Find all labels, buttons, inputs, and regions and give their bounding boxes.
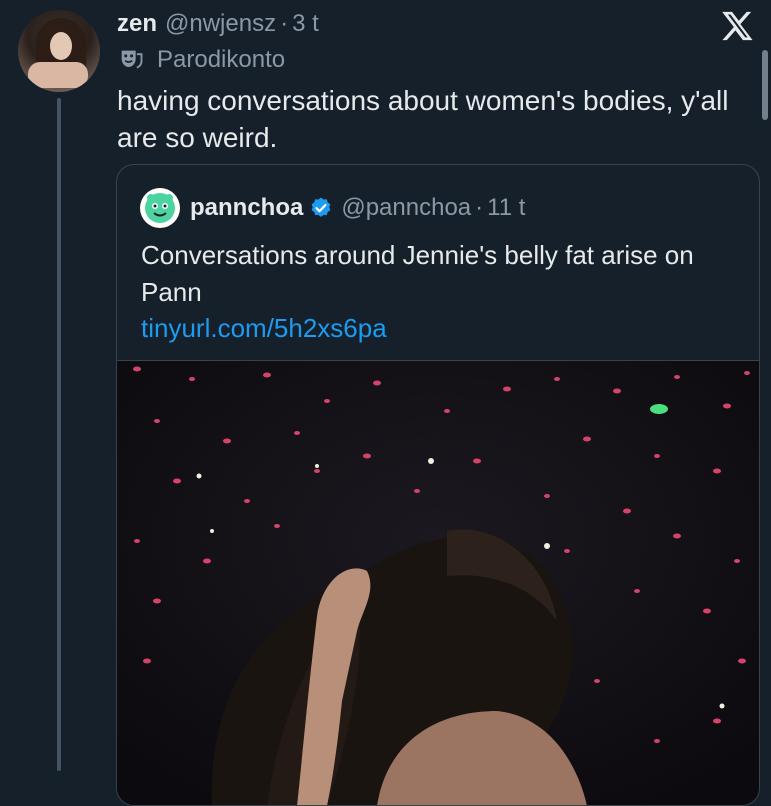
tweet-header: zen @nwjensz · 3 t — [117, 6, 319, 42]
close-button[interactable] — [716, 6, 758, 46]
scrollbar[interactable] — [762, 50, 768, 120]
x-logo-close-icon — [722, 11, 753, 41]
pannchoa-logo-icon — [145, 193, 175, 223]
quoted-author-handle[interactable]: @pannchoa — [341, 194, 471, 222]
parody-label: Parodikonto — [117, 44, 285, 76]
quoted-author-name[interactable]: pannchoa — [190, 194, 303, 222]
quoted-tweet-link[interactable]: tinyurl.com/5h2xs6pa — [141, 311, 387, 345]
quoted-tweet-text: Conversations around Jennie's belly fat … — [141, 240, 694, 307]
parody-label-text: Parodikonto — [157, 46, 286, 73]
quoted-tweet-time[interactable]: 11 t — [487, 194, 525, 222]
tweet-time[interactable]: 3 t — [292, 10, 319, 38]
quoted-author-avatar[interactable] — [140, 188, 180, 228]
quoted-tweet-media[interactable] — [117, 360, 759, 805]
author-handle[interactable]: @nwjensz — [165, 10, 276, 38]
tweet-text: having conversations about women's bodie… — [117, 85, 729, 153]
author-name[interactable]: zen — [117, 10, 157, 38]
thread-line — [57, 98, 61, 771]
avatar-face — [50, 32, 72, 60]
separator-dot: · — [475, 194, 484, 221]
avatar-arm — [28, 62, 88, 88]
concert-photo — [117, 361, 759, 805]
verified-badge-icon — [311, 197, 331, 217]
separator-dot: · — [280, 10, 289, 37]
theater-mask-icon — [121, 50, 143, 69]
quoted-tweet-card[interactable]: pannchoa @pannchoa · 11 t Conversations … — [116, 164, 760, 806]
quoted-tweet-header: pannchoa @pannchoa · 11 t — [140, 187, 525, 229]
author-avatar[interactable] — [18, 10, 100, 92]
